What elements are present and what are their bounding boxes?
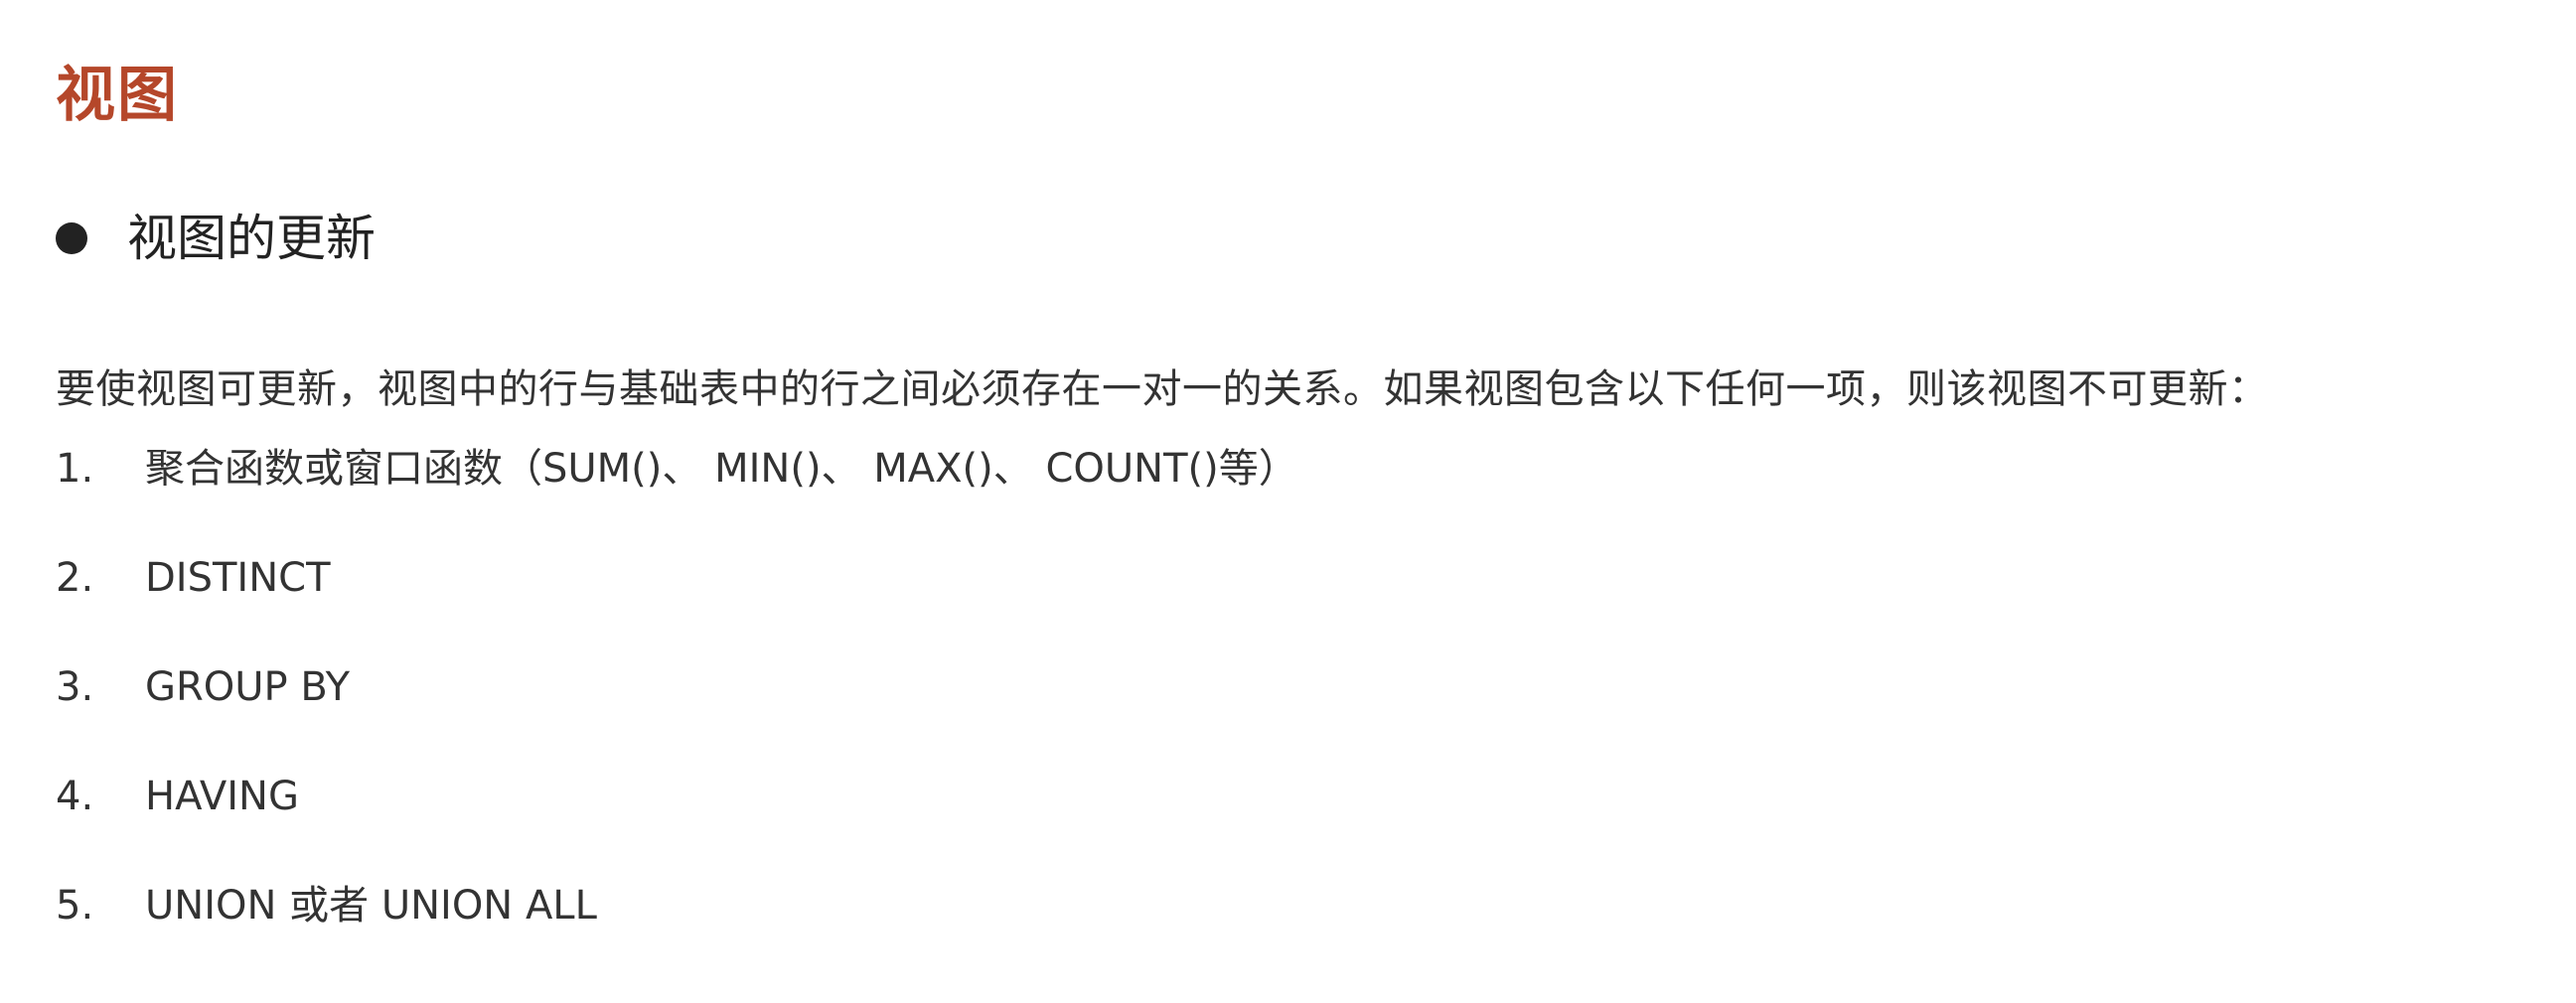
list-item-text: HAVING	[145, 774, 299, 819]
page-title: 视图	[56, 61, 179, 131]
list-item-text: 聚合函数或窗口函数（SUM()、 MIN()、 MAX()、 COUNT()等）	[145, 446, 1298, 492]
list-item-text: GROUP BY	[145, 664, 351, 710]
list-item: 2. DISTINCT	[56, 548, 1298, 608]
list-item-number: 1.	[56, 446, 94, 492]
list-item: 3. GROUP BY	[56, 657, 1298, 717]
list-item-text: DISTINCT	[145, 555, 331, 601]
document-page: 视图 视图的更新 要使视图可更新，视图中的行与基础表中的行之间必须存在一对一的关…	[56, 0, 2539, 1003]
list-item-number: 3.	[56, 664, 94, 710]
list-item: 4. HAVING	[56, 767, 1298, 826]
section-heading: 视图的更新	[56, 204, 376, 273]
bullet-icon	[56, 222, 87, 254]
list-item-number: 5.	[56, 883, 94, 929]
intro-paragraph: 要使视图可更新，视图中的行与基础表中的行之间必须存在一对一的关系。如果视图包含以…	[56, 366, 2269, 412]
list-item-number: 4.	[56, 774, 94, 819]
restriction-list: 1. 聚合函数或窗口函数（SUM()、 MIN()、 MAX()、 COUNT(…	[56, 439, 1298, 985]
list-item-text: UNION 或者 UNION ALL	[145, 883, 597, 929]
list-item: 5. UNION 或者 UNION ALL	[56, 876, 1298, 935]
section-heading-text: 视图的更新	[127, 210, 376, 267]
list-item-number: 2.	[56, 555, 94, 601]
list-item: 1. 聚合函数或窗口函数（SUM()、 MIN()、 MAX()、 COUNT(…	[56, 439, 1298, 499]
